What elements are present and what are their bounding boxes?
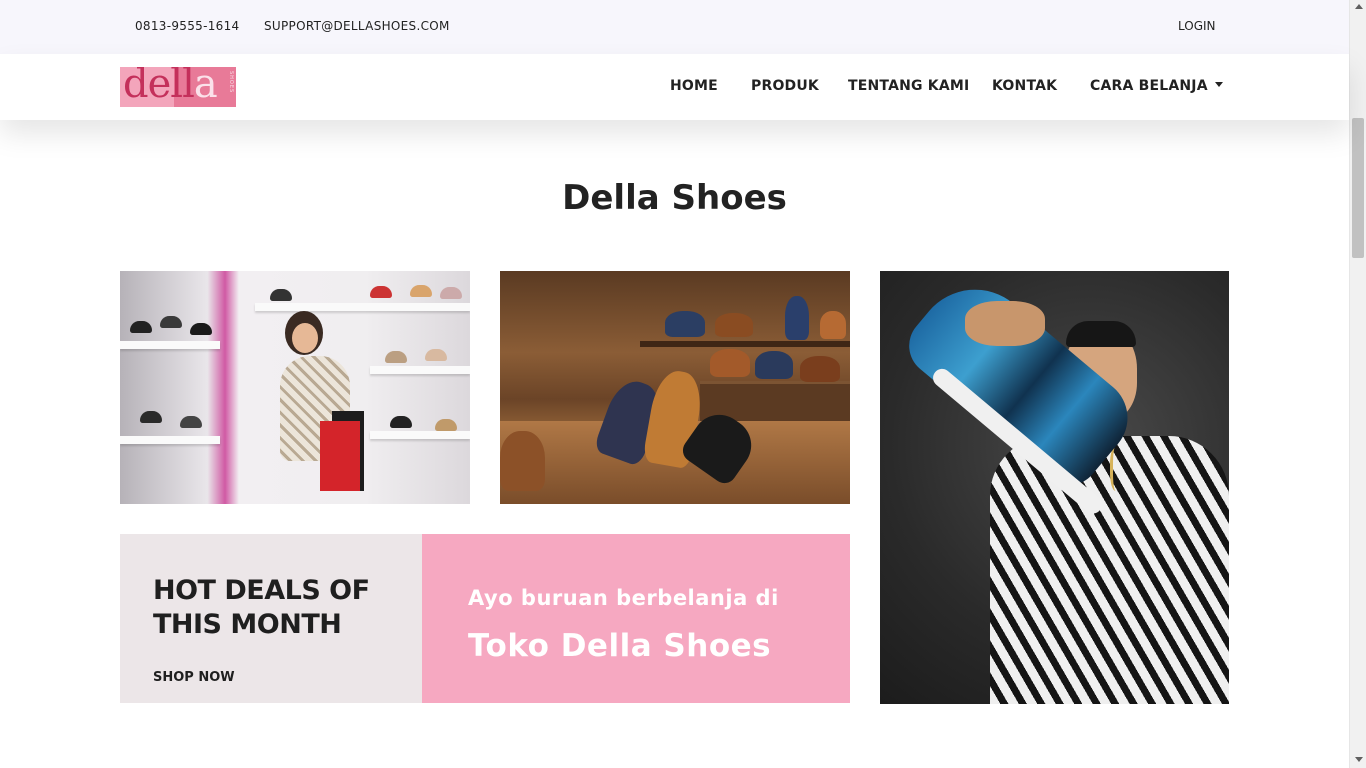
shoe — [190, 323, 212, 335]
shoe — [820, 311, 846, 339]
shop-now-link[interactable]: SHOP NOW — [153, 670, 235, 685]
nav-home[interactable]: HOME — [670, 78, 718, 94]
main-navbar: della SHOES HOME PRODUK TENTANG KAMI KON… — [0, 54, 1349, 120]
shoe — [140, 411, 162, 423]
nav-produk[interactable]: PRODUK — [751, 78, 819, 94]
nav-cara-belanja[interactable]: CARA BELANJA — [1090, 78, 1223, 94]
shelf — [120, 436, 220, 444]
shoe — [160, 316, 182, 328]
banner-tagline: Ayo buruan berbelanja di — [468, 586, 779, 610]
shoe — [710, 349, 750, 377]
shelf — [120, 341, 220, 349]
page-title: Della Shoes — [562, 178, 787, 218]
banner-store-name: Toko Della Shoes — [468, 628, 772, 664]
shoe — [800, 356, 840, 382]
login-link[interactable]: LOGIN — [1178, 19, 1216, 33]
della-logo[interactable]: della SHOES — [120, 67, 236, 107]
shoe — [435, 419, 457, 431]
leather-shoes-photo[interactable] — [500, 271, 850, 504]
shoe — [370, 286, 392, 298]
shoe — [270, 289, 292, 301]
promo-banner[interactable]: HOT DEALS OF THIS MONTH SHOP NOW Ayo bur… — [120, 534, 850, 703]
shelf — [370, 366, 470, 374]
sneaker-photo[interactable] — [880, 271, 1229, 704]
shoe — [390, 416, 412, 428]
shopping-bag — [320, 421, 360, 491]
model-hair — [1066, 321, 1136, 347]
logo-text-accent: a — [193, 67, 218, 107]
banner-right-panel: Ayo buruan berbelanja di Toko Della Shoe… — [422, 534, 850, 703]
logo-tagline: SHOES — [228, 71, 234, 94]
hot-deals-heading: HOT DEALS OF THIS MONTH — [153, 575, 370, 640]
shoe — [500, 431, 545, 491]
shoe — [425, 349, 447, 361]
banner-left-panel: HOT DEALS OF THIS MONTH SHOP NOW — [120, 534, 422, 703]
chevron-down-icon — [1214, 81, 1223, 87]
scroll-down-icon[interactable] — [1355, 757, 1363, 762]
hand — [965, 301, 1045, 346]
support-email[interactable]: SUPPORT@DELLASHOES.COM — [264, 19, 450, 33]
nav-kontak[interactable]: KONTAK — [992, 78, 1057, 94]
phone-number: 0813-9555-1614 — [135, 19, 240, 33]
logo-wordmark: della — [123, 67, 218, 107]
shoe — [755, 351, 793, 379]
shoe — [180, 416, 202, 428]
shoe-store-photo[interactable] — [120, 271, 470, 504]
shoe — [410, 285, 432, 297]
shoe — [440, 287, 462, 299]
nav-cara-belanja-label: CARA BELANJA — [1090, 78, 1208, 94]
scroll-thumb[interactable] — [1352, 118, 1364, 258]
logo-text: dell — [123, 67, 195, 107]
gold-chain — [1110, 446, 1124, 491]
top-info-bar: 0813-9555-1614 SUPPORT@DELLASHOES.COM LO… — [0, 0, 1349, 54]
nav-tentang-kami[interactable]: TENTANG KAMI — [848, 78, 969, 94]
shoe — [130, 321, 152, 333]
shelf — [255, 303, 470, 311]
shoe — [785, 296, 809, 340]
scroll-up-icon[interactable] — [1355, 4, 1363, 9]
shoe — [665, 311, 705, 337]
shelf — [640, 341, 850, 347]
shoe — [715, 313, 753, 337]
shoe — [385, 351, 407, 363]
page-scrollbar[interactable] — [1349, 0, 1366, 768]
model-face — [292, 323, 318, 353]
shelf — [370, 431, 470, 439]
